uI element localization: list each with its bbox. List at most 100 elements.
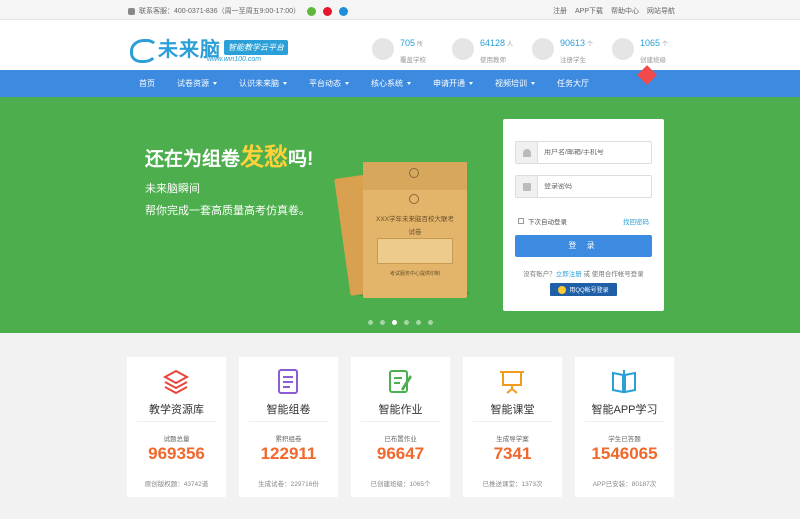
card-footnote: 生成试卷：229716份 (258, 481, 319, 488)
card-stat-label: 试题总量 (163, 436, 190, 443)
nav-label: 任务大厅 (557, 79, 589, 88)
nav-news[interactable]: 平台动态 (298, 70, 360, 97)
stat-students: 90613 个 注册学生 (532, 33, 612, 64)
stat-number: 1065 (640, 38, 661, 48)
slogan-highlight: 发愁 (240, 144, 289, 171)
weibo-icon[interactable] (323, 6, 333, 16)
card-stat-number: 1546065 (591, 444, 658, 463)
remember-label: 下次自动登录 (528, 219, 567, 226)
card-stat-number: 96647 (376, 444, 425, 463)
stat-unit: 人 (507, 42, 514, 48)
register-now-link[interactable]: 立即注册 (556, 271, 582, 278)
card-resources[interactable]: 教学资源库 试题总量 969356 原创版权题：43742道 (127, 357, 226, 497)
stat-label: 创建班级 (640, 57, 666, 64)
stat-unit: 所 (417, 42, 424, 48)
carousel-dot[interactable] (428, 320, 433, 325)
nav-label: 视频培训 (495, 79, 527, 88)
card-stat-number: 7341 (493, 444, 532, 463)
remember-me[interactable]: 下次自动登录 (518, 216, 567, 226)
card-footnote: 已创建班级：1065个 (370, 481, 431, 488)
nav-video[interactable]: 视频培训 (484, 70, 546, 97)
card-smart-app[interactable]: 智能APP学习 学生已答题 1546065 APP已安装：80187次 (575, 357, 674, 497)
qq-icon (558, 285, 567, 294)
wechat-icon[interactable] (307, 6, 317, 16)
envelope-title: XXX学年未来脑百校大联考 (375, 216, 454, 223)
card-footnote: 原创版权题：43742道 (144, 481, 209, 488)
nav-label: 核心系统 (371, 79, 403, 88)
partner-login-text: 或 使用合作帐号登录 (583, 271, 644, 278)
carousel-dot-active[interactable] (392, 320, 397, 325)
exam-envelope-illustration: XXX学年未来脑百校大联考 试卷 考试服务中心提供印制 (363, 162, 467, 298)
carousel-dot[interactable] (368, 320, 373, 325)
password-field[interactable] (515, 175, 652, 198)
stat-label: 注册学生 (560, 57, 586, 64)
username-field[interactable] (515, 141, 652, 164)
caret-down-icon (213, 82, 217, 86)
qq-login-label: 用QQ帐号登录 (569, 288, 609, 294)
username-input[interactable] (538, 149, 648, 156)
feature-cards: 教学资源库 试题总量 969356 原创版权题：43742道 智能组卷 累积组卷… (127, 357, 674, 497)
top-bar: 联系客服：400-0371-836（周一至周五9:00-17:00） 注册 AP… (0, 0, 800, 20)
nav-tasks[interactable]: 任务大厅 (546, 70, 600, 97)
card-stat-number: 122911 (260, 444, 317, 463)
forgot-password-link[interactable]: 找回密码 (623, 216, 649, 226)
caret-down-icon (531, 82, 535, 86)
remember-checkbox[interactable] (518, 218, 524, 224)
nav-home[interactable]: 首页 (128, 70, 166, 97)
password-input[interactable] (538, 183, 648, 190)
user-icon (516, 142, 538, 163)
envelope-subtitle: 试卷 (408, 229, 422, 236)
card-title: 智能课堂 (490, 404, 535, 416)
nav-label: 平台动态 (309, 79, 341, 88)
top-links: 注册 APP下载 帮助中心 网站导航 (553, 6, 675, 16)
stat-number: 90613 (560, 38, 586, 48)
register-link[interactable]: 注册 (553, 6, 567, 16)
qq-login-button[interactable]: 用QQ帐号登录 (550, 283, 617, 296)
site-nav-link[interactable]: 网站导航 (647, 6, 675, 16)
carousel-dot[interactable] (404, 320, 409, 325)
card-title: 智能作业 (378, 404, 423, 416)
main-nav: 首页 试卷资源 认识未来脑 平台动态 核心系统 申请开通 视频培训 任务大厅 (0, 65, 800, 97)
divider (473, 421, 552, 422)
divider (249, 421, 328, 422)
slogan-part: 还在为组卷 (145, 149, 241, 170)
nav-label: 认识未来脑 (239, 79, 279, 88)
login-button[interactable]: 登 录 (515, 235, 652, 257)
phone-icon (128, 7, 135, 15)
card-smart-homework[interactable]: 智能作业 已布置作业 96647 已创建班级：1065个 (351, 357, 450, 497)
edit-doc-icon (389, 370, 412, 393)
no-account-text: 没有账户？ (523, 271, 556, 278)
qq-icon[interactable] (339, 6, 349, 16)
header-stats: 705 所 覆盖学校 64128 人 使用教师 90613 个 注册学生 1065 个 … (372, 33, 692, 64)
class-icon (612, 37, 634, 60)
nav-papers[interactable]: 试卷资源 (166, 70, 228, 97)
brain-logo-icon (128, 37, 158, 63)
stat-schools: 705 所 覆盖学校 (372, 33, 452, 64)
card-smart-paper[interactable]: 智能组卷 累积组卷 122911 生成试卷：229716份 (239, 357, 338, 497)
carousel-dot[interactable] (416, 320, 421, 325)
stat-number: 705 (400, 38, 416, 48)
card-stat-label: 已布置作业 (384, 436, 417, 443)
header: 未来脑 智能教学云平台 www.win100.com 705 所 覆盖学校 641… (0, 20, 800, 70)
carousel-dot[interactable] (380, 320, 385, 325)
card-stat-label: 生成导学案 (496, 436, 529, 443)
help-center-link[interactable]: 帮助中心 (611, 6, 639, 16)
list-doc-icon (278, 369, 298, 394)
nav-about[interactable]: 认识未来脑 (228, 70, 298, 97)
nav-core[interactable]: 核心系统 (360, 70, 422, 97)
card-stat-label: 学生已答题 (608, 436, 641, 443)
app-download-link[interactable]: APP下载 (575, 6, 603, 16)
card-title: 智能组卷 (266, 404, 311, 416)
caret-down-icon (345, 82, 349, 86)
book-icon (612, 370, 636, 394)
card-stat-label: 累积组卷 (275, 436, 302, 443)
banner-slogan: 还在为组卷发愁吗! 未来脑瞬间 帮你完成一套高质量高考仿真卷。 (145, 137, 313, 218)
slogan-part: 吗! (288, 149, 314, 170)
caret-down-icon (283, 82, 287, 86)
teacher-icon (452, 37, 474, 60)
divider (361, 421, 440, 422)
caret-down-icon (469, 82, 473, 86)
nav-apply[interactable]: 申请开通 (422, 70, 484, 97)
stat-classes: 1065 个 创建班级 (612, 33, 692, 64)
card-smart-classroom[interactable]: 智能课堂 生成导学案 7341 已推送课堂：1373次 (463, 357, 562, 497)
